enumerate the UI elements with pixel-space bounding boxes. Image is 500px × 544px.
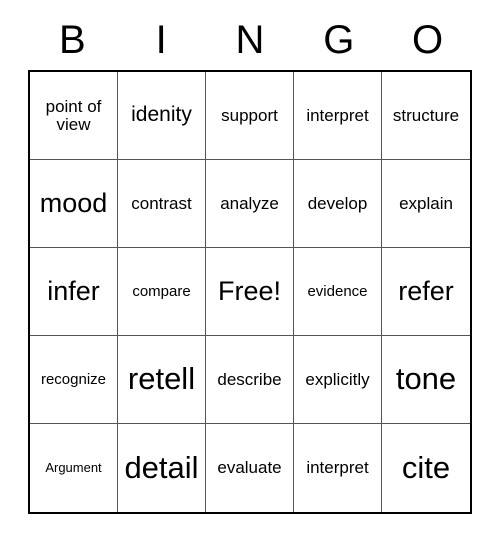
bingo-cell[interactable]: analyze xyxy=(206,160,294,248)
bingo-cell-label: structure xyxy=(392,105,460,125)
bingo-cell-label: point of view xyxy=(45,96,102,134)
bingo-cell-label: interpret xyxy=(306,105,369,125)
bingo-cell-label: Free! xyxy=(217,276,282,307)
bingo-cell-label: recognize xyxy=(40,370,107,388)
header-letter-i: I xyxy=(155,18,167,62)
bingo-cell-label: develop xyxy=(307,193,368,213)
header-letter-g: G xyxy=(323,18,355,62)
bingo-cell[interactable]: infer xyxy=(30,248,118,336)
bingo-cell[interactable]: develop xyxy=(294,160,382,248)
bingo-cell-label: explicitly xyxy=(305,369,370,389)
bingo-cell-label: tone xyxy=(395,361,457,397)
bingo-cell[interactable]: evidence xyxy=(294,248,382,336)
bingo-cell[interactable]: explicitly xyxy=(294,336,382,424)
bingo-cell[interactable]: contrast xyxy=(118,160,206,248)
bingo-cell[interactable]: describe xyxy=(206,336,294,424)
bingo-cell[interactable]: mood xyxy=(30,160,118,248)
bingo-cell-label: detail xyxy=(124,449,199,485)
bingo-cell-label: support xyxy=(221,105,278,125)
bingo-cell[interactable]: retell xyxy=(118,336,206,424)
bingo-cell[interactable]: refer xyxy=(382,248,470,336)
bingo-cell[interactable]: interpret xyxy=(294,72,382,160)
bingo-cell[interactable]: evaluate xyxy=(206,424,294,512)
bingo-grid: point of view idenity support interpret … xyxy=(28,70,472,514)
bingo-cell[interactable]: recognize xyxy=(30,336,118,424)
bingo-cell-label: infer xyxy=(47,276,100,307)
bingo-cell-label: mood xyxy=(39,188,108,219)
header-letter-b: B xyxy=(59,18,86,62)
bingo-cell[interactable]: compare xyxy=(118,248,206,336)
bingo-cell-label: analyze xyxy=(220,193,279,213)
bingo-cell-label: explain xyxy=(399,193,453,213)
header-letter-o: O xyxy=(412,18,444,62)
bingo-card: B I N G O point of view idenity support … xyxy=(0,0,500,544)
header-letter-n: N xyxy=(235,18,265,62)
bingo-cell-label: describe xyxy=(217,369,282,389)
bingo-cell-free[interactable]: Free! xyxy=(206,248,294,336)
bingo-cell[interactable]: structure xyxy=(382,72,470,160)
bingo-cell[interactable]: cite xyxy=(382,424,470,512)
bingo-cell[interactable]: explain xyxy=(382,160,470,248)
bingo-cell-label: Argument xyxy=(45,460,102,476)
bingo-cell-label: evaluate xyxy=(217,458,282,478)
bingo-cell[interactable]: tone xyxy=(382,336,470,424)
bingo-header-row: B I N G O xyxy=(28,14,472,66)
bingo-cell[interactable]: Argument xyxy=(30,424,118,512)
bingo-cell[interactable]: support xyxy=(206,72,294,160)
bingo-cell[interactable]: idenity xyxy=(118,72,206,160)
bingo-cell[interactable]: detail xyxy=(118,424,206,512)
bingo-cell-label: refer xyxy=(398,276,454,307)
bingo-cell[interactable]: point of view xyxy=(30,72,118,160)
bingo-cell-label: compare xyxy=(132,282,191,300)
bingo-cell-label: cite xyxy=(401,449,451,485)
bingo-cell-label: interpret xyxy=(306,458,369,478)
bingo-cell[interactable]: interpret xyxy=(294,424,382,512)
bingo-cell-label: idenity xyxy=(131,103,192,127)
bingo-cell-label: contrast xyxy=(131,193,192,213)
bingo-cell-label: retell xyxy=(127,361,196,397)
bingo-cell-label: evidence xyxy=(307,282,368,300)
